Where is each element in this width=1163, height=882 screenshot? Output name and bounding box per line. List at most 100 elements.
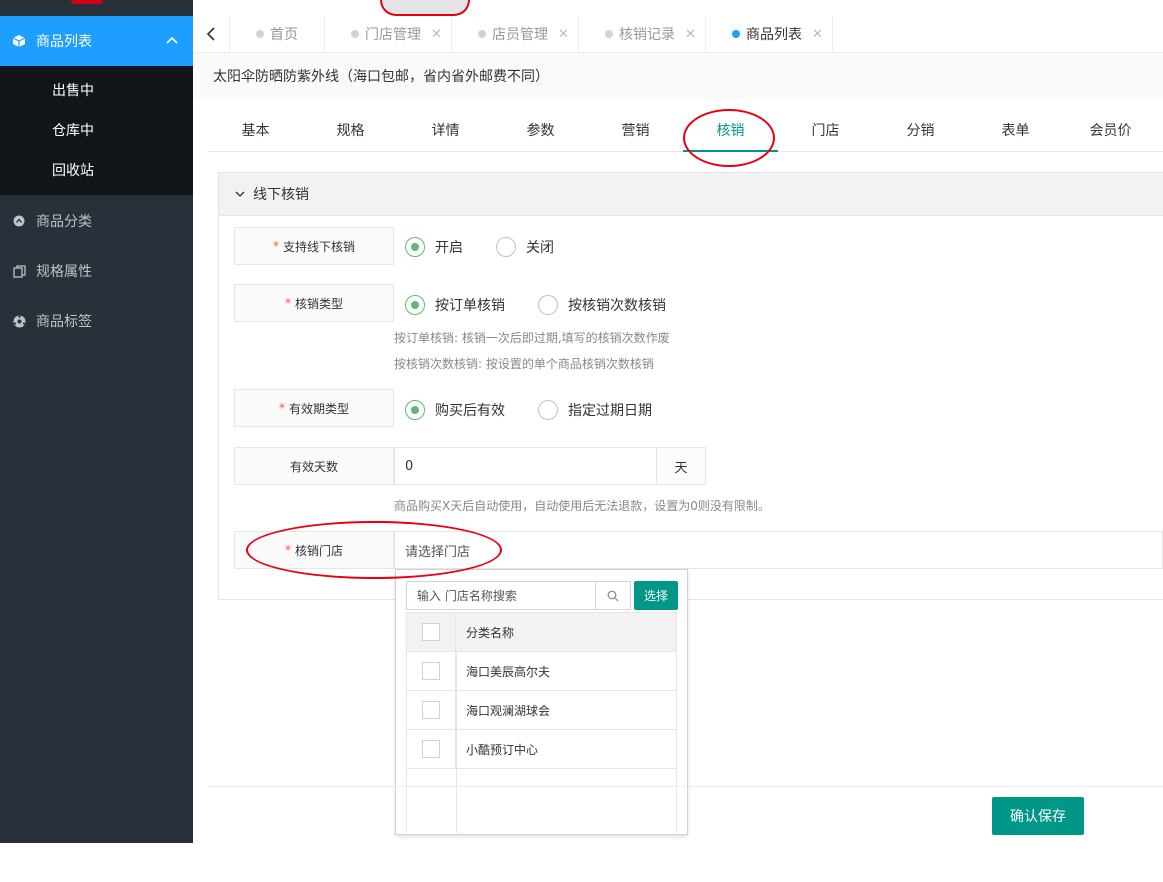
- tab-label: 门店管理: [365, 27, 421, 43]
- section-tabs: 基本 规格 详情 参数 营销 核销 门店 分销 表单 会员价: [208, 110, 1163, 152]
- tab-label: 核销记录: [619, 27, 675, 43]
- radio-label: 按订单核销: [435, 298, 505, 314]
- radio-circle: [538, 295, 558, 315]
- checkbox-box: [422, 740, 440, 758]
- radio-label: 关闭: [526, 240, 554, 256]
- store-name: 海口观澜湖球会: [466, 703, 551, 718]
- sidebar-subitem-warehouse[interactable]: 仓库中: [0, 111, 193, 151]
- required-mark: *: [284, 543, 291, 557]
- tab-product-list[interactable]: 商品列表 ✕: [706, 16, 833, 52]
- tab-label: 首页: [270, 27, 298, 43]
- validity-type-label: * 有效期类型: [234, 389, 394, 427]
- radio-label: 购买后有效: [435, 403, 505, 419]
- tab-basic[interactable]: 基本: [208, 110, 303, 152]
- radio-support-off[interactable]: 关闭: [496, 237, 554, 257]
- confirm-save-button[interactable]: 确认保存: [992, 797, 1084, 835]
- radio-label: 指定过期日期: [568, 403, 652, 419]
- radio-circle: [405, 237, 425, 257]
- row-checkbox[interactable]: [407, 651, 456, 691]
- valid-days-label: 有效天数: [234, 447, 394, 485]
- tab-marketing[interactable]: 营销: [588, 110, 683, 152]
- checkbox-box: [422, 701, 440, 719]
- tab-dot-icon: [351, 30, 359, 38]
- tab-store[interactable]: 门店: [778, 110, 873, 152]
- radio-verify-by-count[interactable]: 按核销次数核销: [538, 295, 666, 315]
- tab-detail[interactable]: 详情: [398, 110, 493, 152]
- sidebar-item-spec-attributes[interactable]: 规格属性: [0, 246, 193, 296]
- sidebar-subitem-recycle-bin[interactable]: 回收站: [0, 151, 193, 191]
- store-choose-button[interactable]: 选择: [634, 581, 678, 610]
- tab-close-icon[interactable]: ✕: [812, 27, 823, 42]
- verify-type-label: * 核销类型: [234, 284, 394, 322]
- verify-store-label: * 核销门店: [234, 531, 394, 569]
- valid-days-hint: 商品购买X天后自动使用，自动使用后无法退款，设置为0则没有限制。: [394, 499, 770, 513]
- label-text: 有效天数: [289, 459, 338, 474]
- table-row[interactable]: 海口观澜湖球会: [407, 690, 676, 730]
- footer-divider: [208, 786, 1163, 787]
- cube-icon: [12, 34, 26, 48]
- copy-icon: [12, 264, 26, 278]
- valid-days-unit: 天: [656, 447, 706, 485]
- product-title: 太阳伞防晒防紫外线（海口包邮，省内省外邮费不同）: [193, 53, 1163, 99]
- tab-dot-icon: [605, 30, 613, 38]
- table-row[interactable]: 海口美辰高尔夫: [407, 651, 676, 691]
- store-search-input[interactable]: 输入 门店名称搜索: [406, 581, 596, 610]
- radio-verify-by-order[interactable]: 按订单核销: [405, 295, 505, 315]
- radio-support-on[interactable]: 开启: [405, 237, 463, 257]
- checkbox-box: [422, 623, 440, 641]
- sidebar-submenu: 出售中 仓库中 回收站: [0, 66, 193, 195]
- row-checkbox[interactable]: [407, 729, 456, 769]
- row-checkbox[interactable]: [407, 690, 456, 730]
- tab-home[interactable]: 首页: [230, 16, 325, 52]
- sidebar-item-tags[interactable]: 商品标签: [0, 296, 193, 346]
- logo-mark: [71, 0, 103, 4]
- radio-circle: [496, 237, 516, 257]
- tab-store-management[interactable]: 门店管理 ✕: [325, 16, 452, 52]
- required-mark: *: [272, 239, 279, 253]
- radio-circle: [405, 400, 425, 420]
- store-name: 海口美辰高尔夫: [466, 664, 551, 679]
- app-root: 商品列表 出售中 仓库中 回收站 商品分类 规格属性 商品标签 首页 门店管理 …: [0, 0, 1163, 882]
- label-text: 核销门店: [294, 543, 343, 558]
- store-search-button[interactable]: [595, 581, 631, 610]
- store-dropdown: 输入 门店名称搜索 选择 分类名称 海口美辰高尔夫 海口观澜湖球会 小酷预订中心: [395, 569, 688, 837]
- sidebar-subitem-on-sale[interactable]: 出售中: [0, 71, 193, 111]
- tab-verification-records[interactable]: 核销记录 ✕: [579, 16, 706, 52]
- sidebar-item-product-list[interactable]: 商品列表: [0, 16, 193, 66]
- store-table: 分类名称 海口美辰高尔夫 海口观澜湖球会 小酷预订中心: [406, 612, 677, 837]
- tab-form[interactable]: 表单: [968, 110, 1063, 152]
- tab-distribution[interactable]: 分销: [873, 110, 968, 152]
- select-all-checkbox[interactable]: [407, 612, 456, 652]
- tab-close-icon[interactable]: ✕: [685, 27, 696, 42]
- verify-type-hint-1: 按订单核销: 核销一次后即过期,填写的核销次数作废: [394, 331, 670, 345]
- support-offline-label: * 支持线下核销: [234, 227, 394, 265]
- tab-verification[interactable]: 核销: [683, 110, 778, 152]
- tab-dot-icon: [256, 30, 264, 38]
- tab-close-icon[interactable]: ✕: [431, 27, 442, 42]
- radio-circle: [405, 295, 425, 315]
- checkbox-box: [422, 662, 440, 680]
- tab-params[interactable]: 参数: [493, 110, 588, 152]
- radio-valid-after-purchase[interactable]: 购买后有效: [405, 400, 505, 420]
- valid-days-input[interactable]: 0: [394, 447, 657, 485]
- radio-circle: [538, 400, 558, 420]
- radio-valid-fixed-date[interactable]: 指定过期日期: [538, 400, 652, 420]
- sidebar-item-category[interactable]: 商品分类: [0, 196, 193, 246]
- tab-scroll-left-button[interactable]: [193, 16, 230, 52]
- tab-label: 商品列表: [746, 27, 802, 43]
- tab-close-icon[interactable]: ✕: [558, 27, 569, 42]
- tab-staff-management[interactable]: 店员管理 ✕: [452, 16, 579, 52]
- table-row[interactable]: 小酷预订中心: [407, 729, 676, 769]
- radio-label: 按核销次数核销: [568, 298, 666, 314]
- sidebar: 商品列表 出售中 仓库中 回收站 商品分类 规格属性 商品标签: [0, 0, 193, 843]
- category-icon: [12, 214, 26, 228]
- store-select-input[interactable]: 请选择门店: [394, 531, 1163, 569]
- label-text: 有效期类型: [288, 401, 349, 416]
- chevron-left-icon: [206, 27, 215, 41]
- tab-spec[interactable]: 规格: [303, 110, 398, 152]
- search-icon: [607, 590, 619, 601]
- radio-label: 开启: [435, 240, 463, 256]
- panel-header[interactable]: 线下核销: [219, 173, 1163, 216]
- label-text: 核销类型: [294, 296, 343, 311]
- tab-member-price[interactable]: 会员价: [1063, 110, 1158, 152]
